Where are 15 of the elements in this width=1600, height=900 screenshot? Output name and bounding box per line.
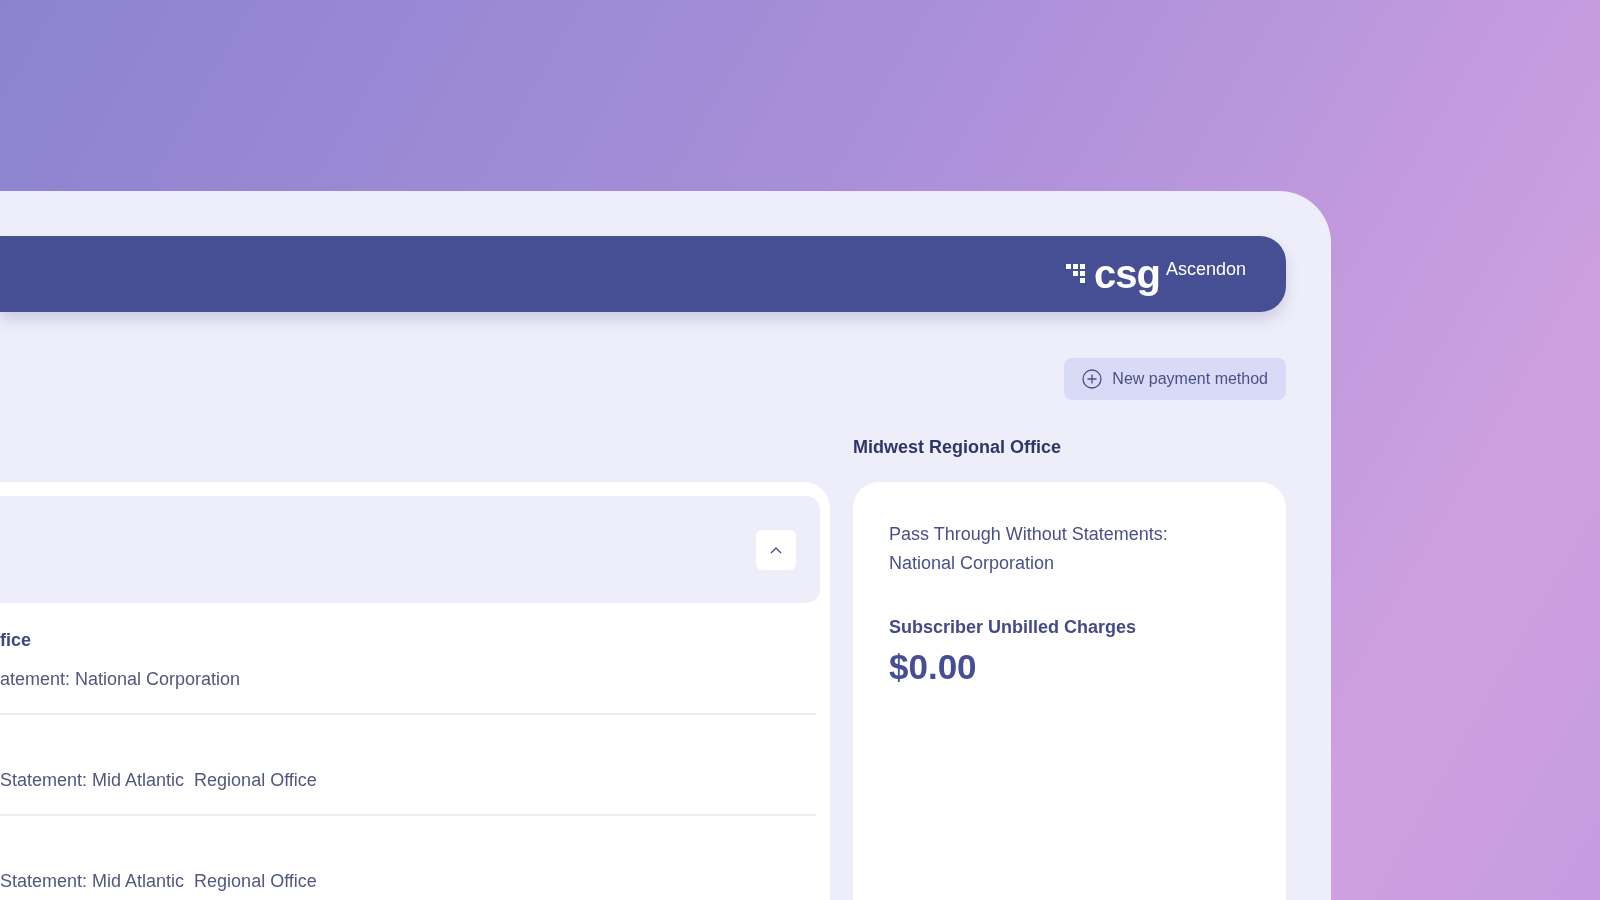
logo-text: csg	[1094, 254, 1160, 294]
plus-circle-icon	[1082, 369, 1103, 389]
account-detail: Statement: Mid Atlantic Regional Office	[0, 769, 318, 792]
charges-label: Subscriber Unbilled Charges	[889, 616, 1138, 639]
account-title: fice	[0, 629, 33, 652]
description-text: Pass Through Without Statements: National Corporation	[889, 523, 1169, 575]
collapse-button[interactable]	[756, 529, 796, 570]
account-detail: atement: National Corporation	[0, 668, 242, 691]
charges-amount: $0.00	[889, 646, 978, 688]
chevron-up-icon	[770, 545, 782, 554]
new-payment-method-button[interactable]: New payment method	[1064, 358, 1286, 400]
account-detail: Statement: Mid Atlantic Regional Office	[0, 870, 318, 893]
product-name: Ascendon	[1165, 258, 1246, 281]
logo-squares-icon	[1066, 264, 1088, 284]
section-heading: Midwest Regional Office	[853, 436, 1063, 459]
